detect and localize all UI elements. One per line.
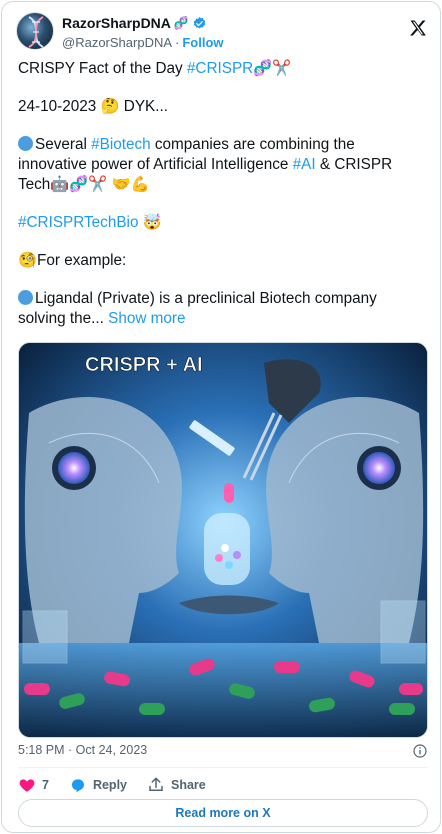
tweet-text: CRISPY Fact of the Day #CRISPR🧬✂️ 24-10-… — [18, 59, 428, 329]
tweet-timestamp[interactable]: 5:18 PM · Oct 24, 2023 — [18, 743, 147, 757]
x-logo-icon[interactable] — [408, 18, 428, 38]
reply-label: Reply — [92, 778, 127, 792]
text-span: Ligandal (Private) is a preclinical Biot… — [35, 290, 377, 307]
display-name[interactable]: RazorSharpDNA — [62, 15, 171, 31]
text-span: 🧐For example: — [18, 252, 127, 269]
hashtag-crisprtechbio[interactable]: #CRISPRTechBio — [18, 214, 138, 231]
divider — [18, 767, 428, 768]
text-span: Several — [35, 136, 92, 153]
handle-separator: · — [175, 34, 180, 50]
author-names: RazorSharpDNA 🧬 @RazorSharpDNA · Follow — [62, 14, 224, 51]
show-more-link[interactable]: Show more — [108, 310, 185, 327]
share-label: Share — [171, 778, 206, 792]
tweet-line-8: Ligandal (Private) is a preclinical Biot… — [18, 289, 428, 309]
timestamp-row: 5:18 PM · Oct 24, 2023 — [18, 743, 428, 761]
reply-icon — [71, 779, 84, 793]
blue-circle-icon — [18, 136, 33, 151]
tweet-line-6: #CRISPRTechBio 🤯 — [18, 213, 428, 233]
tweet-actions: 7 Reply Share — [18, 775, 226, 795]
tweet-card: RazorSharpDNA 🧬 @RazorSharpDNA · Follow … — [1, 1, 441, 833]
text-span: innovative power of Artificial Intellige… — [18, 156, 293, 173]
share-button[interactable]: Share — [147, 776, 206, 794]
like-count: 7 — [42, 778, 49, 792]
blue-circle-icon — [18, 290, 33, 305]
tweet-line-3: Several #Biotech companies are combining… — [18, 135, 428, 155]
tweet-line-9: solving the... Show more — [18, 309, 428, 329]
text-span: 24-10-2023 🤔 DYK... — [18, 98, 168, 115]
avatar[interactable] — [16, 12, 54, 50]
tweet-line-4: innovative power of Artificial Intellige… — [18, 155, 428, 175]
text-span: Tech🤖🧬✂️ 🤝💪 — [18, 176, 150, 193]
emoji-span: 🧬✂️ — [253, 60, 292, 77]
emoji-span: 🤯 — [138, 214, 162, 231]
tweet-media-image[interactable]: CRISPR + AI — [18, 342, 428, 738]
text-span: & CRISPR — [315, 156, 393, 173]
tweet-header: RazorSharpDNA 🧬 @RazorSharpDNA · Follow — [16, 12, 430, 52]
hashtag-ai[interactable]: #AI — [293, 156, 316, 173]
heart-icon — [19, 779, 35, 792]
share-icon — [149, 777, 163, 791]
text-span: CRISPY Fact of the Day — [18, 60, 187, 77]
avatar-dna-image — [28, 16, 44, 48]
hashtag-crispr[interactable]: #CRISPR — [187, 60, 253, 77]
hashtag-biotech[interactable]: #Biotech — [91, 136, 151, 153]
crispr-ai-illustration: CRISPR + AI — [19, 343, 427, 737]
like-button[interactable]: 7 — [18, 776, 49, 794]
dna-emoji: 🧬 — [173, 16, 189, 30]
verified-badge-icon — [193, 16, 206, 28]
read-more-button[interactable]: Read more on X — [18, 799, 428, 827]
reply-button[interactable]: Reply — [69, 776, 127, 794]
tweet-line-5: Tech🤖🧬✂️ 🤝💪 — [18, 175, 428, 195]
media-overlay-title: CRISPR + AI — [85, 354, 203, 376]
tweet-line-2: 24-10-2023 🤔 DYK... — [18, 97, 428, 117]
tweet-line-7: 🧐For example: — [18, 251, 428, 271]
author-handle[interactable]: @RazorSharpDNA — [62, 35, 172, 50]
follow-button[interactable]: Follow — [182, 35, 223, 50]
tweet-line-1: CRISPY Fact of the Day #CRISPR🧬✂️ — [18, 59, 428, 79]
text-span: companies are combining the — [150, 136, 355, 153]
text-span: solving the... — [18, 310, 109, 327]
info-icon[interactable] — [412, 743, 428, 759]
